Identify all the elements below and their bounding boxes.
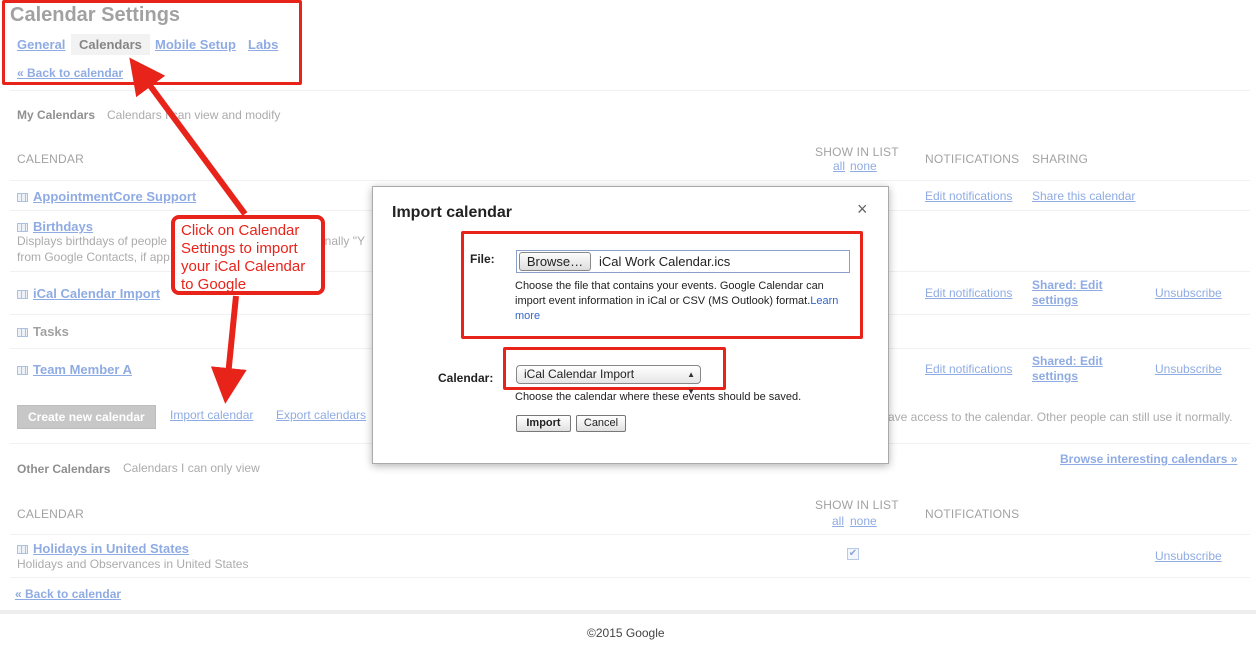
browse-button[interactable]: Browse… (519, 252, 591, 271)
import-calendar-dialog: Import calendar × File: Browse… iCal Wor… (372, 186, 889, 464)
annotation-callout: Click on Calendar Settings to import you… (171, 215, 325, 295)
calendar-select[interactable]: iCal Calendar Import ▲ ▼ (516, 365, 701, 396)
copyright: ©2015 Google (587, 626, 665, 640)
file-name: iCal Work Calendar.ics (599, 254, 731, 269)
close-icon[interactable]: × (857, 199, 868, 220)
cancel-button[interactable]: Cancel (576, 415, 626, 432)
file-label: File: (470, 252, 495, 266)
footer: ©2015 Google (0, 610, 1256, 660)
arrow-to-import (210, 295, 247, 404)
calendar-help: Choose the calendar where these events s… (515, 391, 802, 403)
file-help-text: Choose the file that contains your event… (515, 280, 824, 307)
calendar-select-value: iCal Calendar Import (524, 367, 635, 381)
arrow-to-settings (129, 57, 248, 216)
file-help: Choose the file that contains your event… (515, 279, 855, 324)
file-input[interactable]: Browse… iCal Work Calendar.ics (516, 250, 850, 273)
calendar-label: Calendar: (438, 371, 494, 385)
dialog-title: Import calendar (392, 204, 513, 221)
import-button[interactable]: Import (516, 415, 571, 432)
